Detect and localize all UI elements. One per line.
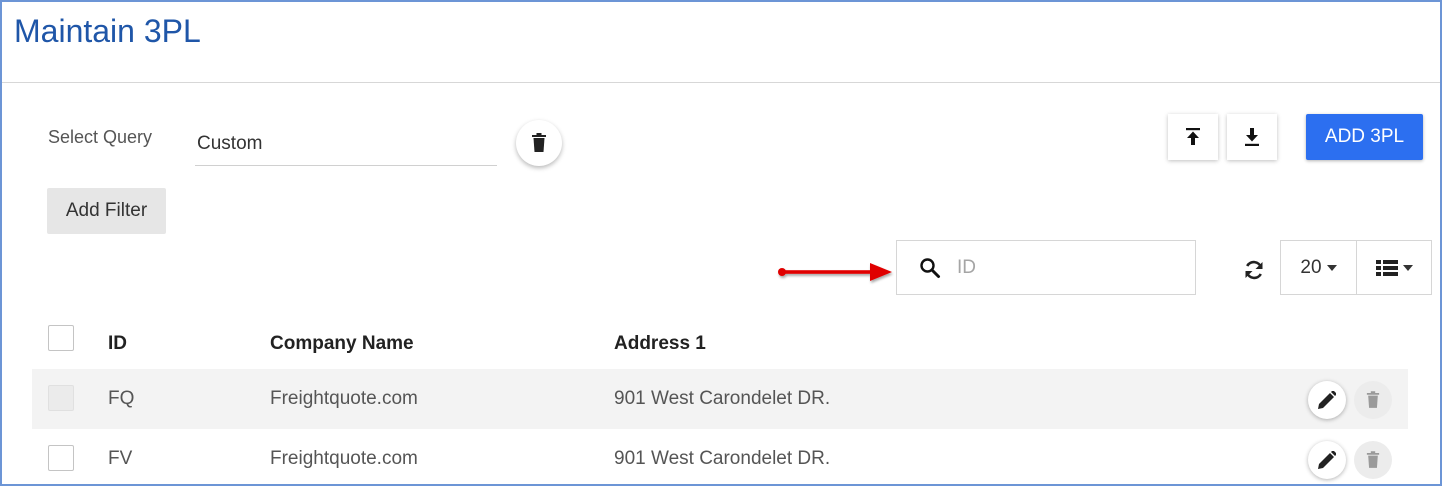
trash-icon (1366, 451, 1380, 468)
table-row[interactable]: FQ Freightquote.com 901 West Carondelet … (32, 369, 1408, 429)
row-checkbox[interactable] (48, 445, 74, 471)
column-header-company-name[interactable]: Company Name (270, 333, 414, 355)
select-query-label: Select Query (48, 127, 153, 147)
delete-query-button[interactable] (516, 120, 562, 166)
search-icon (919, 257, 941, 279)
cell-company-name: Freightquote.com (270, 448, 418, 469)
list-columns-icon (1375, 259, 1398, 276)
edit-button[interactable] (1308, 441, 1346, 479)
select-query-value: Custom (197, 133, 263, 154)
edit-button[interactable] (1308, 381, 1346, 419)
download-icon (1245, 128, 1259, 146)
pencil-icon (1318, 391, 1336, 409)
cell-address-1: 901 West Carondelet DR. (614, 388, 831, 409)
refresh-icon (1245, 260, 1263, 280)
header-divider (2, 82, 1440, 83)
delete-row-button[interactable] (1354, 441, 1392, 479)
add-filter-button[interactable]: Add Filter (47, 188, 166, 234)
search-input[interactable] (957, 256, 1177, 279)
cell-company-name: Freightquote.com (270, 388, 418, 409)
delete-row-button[interactable] (1354, 381, 1392, 419)
select-all-checkbox[interactable] (48, 325, 74, 351)
annotation-arrow-icon (778, 263, 892, 281)
trash-icon (532, 133, 546, 152)
columns-toggle-button[interactable] (1356, 240, 1432, 295)
upload-icon (1186, 128, 1200, 145)
app-frame: Maintain 3PL Select Query Custom ADD 3PL… (0, 0, 1442, 486)
row-checkbox[interactable] (48, 385, 74, 411)
cell-id: FV (108, 448, 133, 469)
caret-down-icon (1402, 264, 1413, 271)
page-size-value: 20 (1300, 256, 1322, 278)
cell-address-1: 901 West Carondelet DR. (614, 448, 831, 469)
refresh-button[interactable] (1240, 256, 1268, 284)
column-header-id[interactable]: ID (108, 333, 127, 355)
add-3pl-button[interactable]: ADD 3PL (1306, 114, 1423, 160)
pencil-icon (1318, 451, 1336, 469)
import-button[interactable] (1227, 114, 1277, 160)
page-title: Maintain 3PL (14, 13, 201, 49)
table-row[interactable]: FV Freightquote.com 901 West Carondelet … (32, 429, 1408, 484)
cell-id: FQ (108, 388, 135, 409)
column-header-address-1[interactable]: Address 1 (614, 333, 706, 355)
search-box[interactable] (896, 240, 1196, 295)
caret-down-icon (1326, 264, 1337, 271)
page-size-dropdown[interactable]: 20 (1280, 240, 1357, 295)
trash-icon (1366, 391, 1380, 408)
select-query-dropdown[interactable]: Custom (195, 120, 497, 166)
export-button[interactable] (1168, 114, 1218, 160)
